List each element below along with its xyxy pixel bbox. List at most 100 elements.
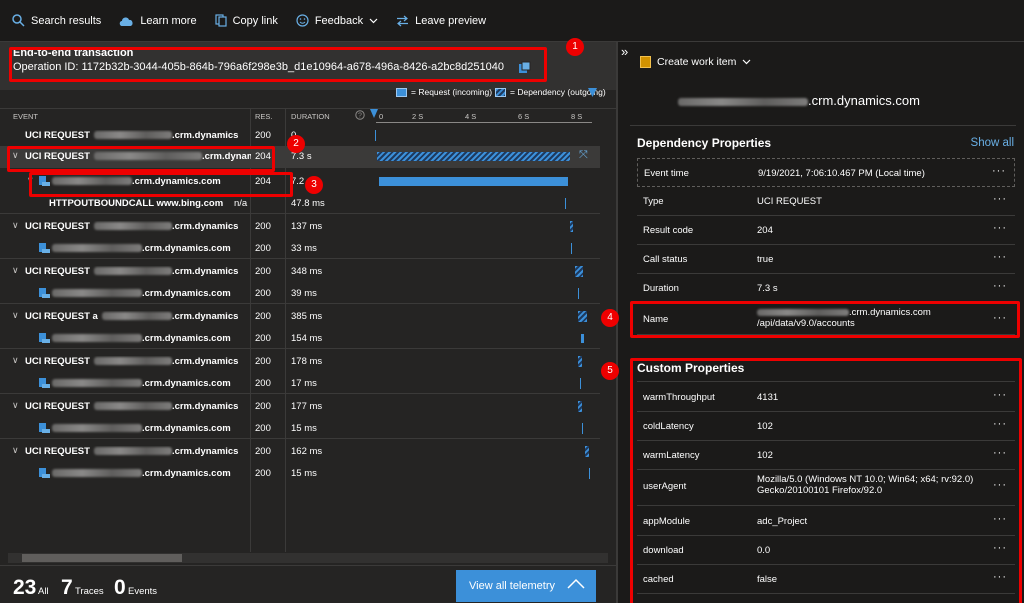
timeline-bar[interactable] [580,378,581,389]
copy-link-button[interactable]: Copy link [214,14,278,27]
zoom-icon[interactable]: ⤧ [579,149,588,162]
property-value: 204 [757,225,773,236]
dependency-row[interactable]: .crm.dynamics.com 200 33 ms [0,238,600,260]
more-options-icon[interactable]: ··· [993,312,1007,324]
result-code: 200 [255,333,271,344]
expand-chevron-icon[interactable]: ∨ [12,310,19,321]
timeline-bar[interactable] [582,423,583,434]
timeline-bar[interactable] [578,311,587,322]
expand-chevron-icon[interactable]: ∨ [12,445,19,456]
event-suffix: .crm.dynamics.com [142,468,231,479]
transaction-timeline-panel: End-to-end transaction Operation ID: 117… [0,38,616,603]
dependency-row[interactable]: .crm.dynamics.com 200 39 ms [0,283,600,305]
timeline-bar[interactable] [578,401,582,412]
result-code: 200 [255,266,271,277]
timeline-bar[interactable] [589,468,590,479]
dependency-row[interactable]: ∨ .crm.dynamics.com 204 7.2 [0,171,600,193]
more-options-icon[interactable]: ··· [993,418,1007,430]
request-row[interactable]: ∨ UCI REQUEST a .crm.dynamics 200 385 ms [0,306,600,328]
more-options-icon[interactable]: ··· [993,389,1007,401]
redacted-host [93,447,172,456]
help-icon[interactable]: ? [355,110,365,120]
dependency-row[interactable]: .crm.dynamics.com 200 15 ms [0,418,600,440]
timeline-bar[interactable] [375,130,376,141]
expand-chevron-icon[interactable]: ∨ [12,265,19,276]
timeline-bar[interactable] [565,198,566,209]
expand-chevron-icon[interactable]: ∨ [12,355,19,366]
duration: 7.2 [291,176,305,187]
more-options-icon[interactable]: ··· [993,513,1007,525]
scrollbar-thumb[interactable] [22,554,182,562]
search-results-button[interactable]: Search results [12,14,101,27]
timeline-bar[interactable] [575,266,583,277]
column-duration[interactable]: DURATION [291,112,330,121]
redacted-host [93,222,172,231]
more-options-icon[interactable]: ··· [993,280,1007,292]
timeline-bar[interactable] [578,356,582,367]
redacted-host [93,152,202,161]
dependency-row[interactable]: HTTPOUTBOUNDCALL www.bing.com n/a 47.8 ms [0,193,600,215]
duration: 162 ms [291,446,323,457]
expand-chevron-icon[interactable]: ∨ [12,150,19,161]
events-count[interactable]: 0 [114,576,126,600]
result-code: 204 [255,151,271,162]
create-work-item-button[interactable]: Create work item [640,56,751,68]
view-all-telemetry-button[interactable]: View all telemetry [456,570,596,602]
all-count[interactable]: 23 [13,576,36,600]
dependency-row[interactable]: .crm.dynamics.com 200 154 ms [0,328,600,350]
dependency-row[interactable]: .crm.dynamics.com 200 17 ms [0,373,600,395]
more-options-icon[interactable]: ··· [993,193,1007,205]
timeline-marker-icon[interactable] [587,87,598,98]
more-options-icon[interactable]: ··· [992,165,1006,177]
expand-chevron-icon[interactable]: ∨ [12,400,19,411]
property-key: coldLatency [643,421,694,432]
more-options-icon[interactable]: ··· [993,571,1007,583]
property-value: false [757,574,778,585]
property-key: userAgent [643,481,687,492]
horizontal-scrollbar[interactable] [8,553,608,563]
more-options-icon[interactable]: ··· [993,251,1007,263]
header-divider [0,108,616,109]
title-divider [630,125,1016,126]
smiley-icon [296,14,309,27]
column-res[interactable]: RES. [255,112,273,121]
timeline-bar[interactable] [571,243,572,254]
duration: 348 ms [291,266,323,277]
more-options-icon[interactable]: ··· [993,447,1007,459]
request-row[interactable]: ∨ UCI REQUEST .crm.dynamics 200 137 ms [0,216,600,238]
show-all-link[interactable]: Show all [971,137,1014,149]
event-name: .crm.dynamics.com [52,243,231,254]
dependency-row[interactable]: .crm.dynamics.com 200 15 ms [0,463,600,485]
request-row[interactable]: ∨ UCI REQUEST .crm.dynamics 200 162 ms [0,441,600,463]
more-options-icon[interactable]: ··· [993,542,1007,554]
request-row[interactable]: ∨ UCI REQUEST .crm.dynamics 200 177 ms [0,396,600,418]
event-prefix: UCI REQUEST [25,401,90,412]
event-prefix: UCI REQUEST [25,446,90,457]
feedback-button[interactable]: Feedback [296,14,378,27]
request-row[interactable]: ∨ UCI REQUEST .crm.dynamics 200 348 ms [0,261,600,283]
property-value: UCI REQUEST [757,196,822,207]
column-event[interactable]: EVENT [13,112,38,121]
expand-chevron-icon[interactable]: ∨ [12,220,19,231]
copy-icon[interactable] [518,61,531,74]
more-options-icon[interactable]: ··· [993,222,1007,234]
leave-preview-button[interactable]: Leave preview [396,15,486,27]
timeline-start-marker-icon[interactable] [369,108,379,120]
duration: 15 ms [291,468,317,479]
timeline-bar[interactable] [578,288,579,299]
property-value: adc_Project [757,516,808,527]
expand-panel-icon[interactable]: » [621,44,628,59]
timeline-bar[interactable] [581,334,584,343]
timeline-bar[interactable] [585,446,589,457]
timeline-bar[interactable] [570,221,573,232]
learn-more-button[interactable]: Learn more [119,15,197,27]
request-row[interactable]: ∨ UCI REQUEST .crm.dynamics 200 178 ms [0,351,600,373]
expand-chevron-icon[interactable]: ∨ [27,175,34,186]
traces-count[interactable]: 7 [61,576,73,600]
result-code: n/a [234,198,248,209]
legend-request: = Request (incoming) [396,87,492,97]
more-options-icon[interactable]: ··· [993,479,1007,491]
duration: 17 ms [291,378,317,389]
timeline-bar[interactable] [377,152,570,161]
timeline-bar[interactable] [379,177,568,186]
